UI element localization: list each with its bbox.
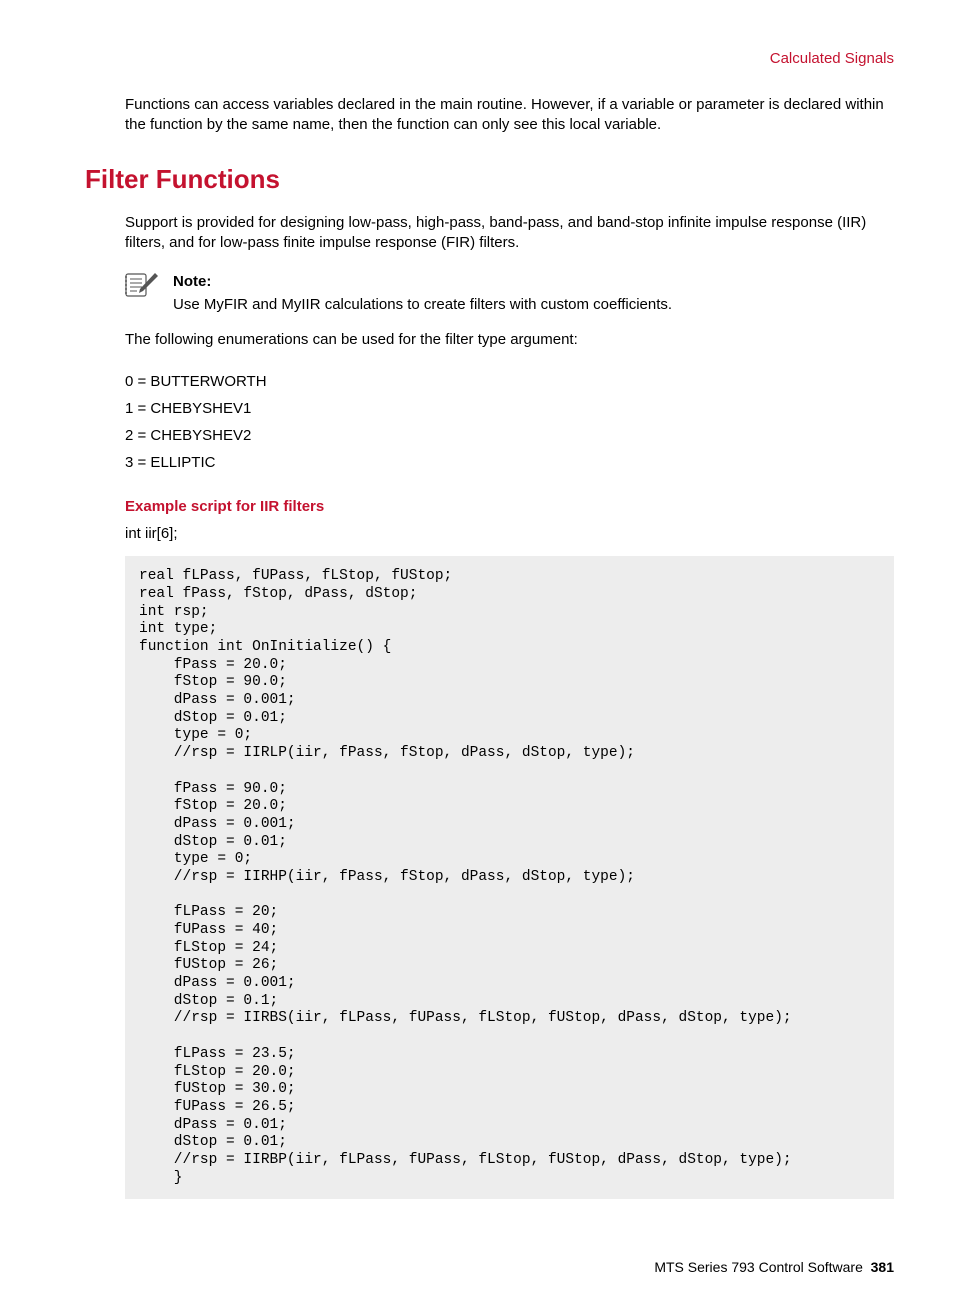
enum-item: 2 = CHEBYSHEV2 [125, 422, 894, 449]
enum-item: 0 = BUTTERWORTH [125, 368, 894, 395]
footer-text: MTS Series 793 Control Software [654, 1259, 863, 1275]
enum-item: 1 = CHEBYSHEV1 [125, 395, 894, 422]
example-heading: Example script for IIR filters [125, 498, 894, 515]
note-label: Note: [173, 273, 211, 290]
page: Calculated Signals Functions can access … [0, 0, 954, 1305]
support-paragraph: Support is provided for designing low-pa… [125, 213, 894, 254]
note-text: Use MyFIR and MyIIR calculations to crea… [173, 296, 672, 313]
note-block: Note: Use MyFIR and MyIIR calculations t… [125, 271, 894, 316]
section-title: Filter Functions [85, 164, 894, 195]
breadcrumb: Calculated Signals [85, 50, 894, 67]
enum-item: 3 = ELLIPTIC [125, 449, 894, 476]
intro-paragraph: Functions can access variables declared … [125, 95, 894, 136]
code-block: real fLPass, fUPass, fLStop, fUStop; rea… [125, 556, 894, 1199]
page-number: 381 [871, 1259, 894, 1275]
enum-intro: The following enumerations can be used f… [125, 330, 894, 350]
enum-list: 0 = BUTTERWORTH 1 = CHEBYSHEV1 2 = CHEBY… [125, 368, 894, 476]
page-footer: MTS Series 793 Control Software 381 [85, 1259, 894, 1275]
note-icon [125, 271, 159, 304]
note-body: Note: Use MyFIR and MyIIR calculations t… [173, 271, 672, 316]
example-declaration: int iir[6]; [125, 525, 894, 542]
